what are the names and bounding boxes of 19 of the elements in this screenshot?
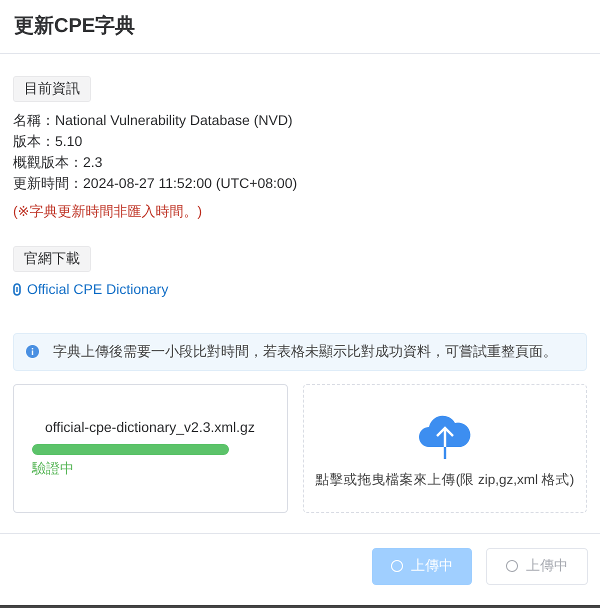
alert-text: 字典上傳後需要一小段比對時間，若表格未顯示比對成功資料，可嘗試重整頁面。 [53, 342, 557, 360]
upload-dropzone[interactable]: 點擊或拖曳檔案來上傳(限 zip,gz,xml 格式) [303, 384, 587, 512]
dialog-title: 更新CPE字典 [0, 0, 600, 54]
status-text: 驗證中 [32, 460, 75, 478]
info-icon [26, 345, 39, 358]
cloud-upload-icon [417, 412, 473, 460]
note-text: (※字典更新時間非匯入時間。) [13, 203, 204, 221]
paperclip-icon [13, 282, 21, 296]
loading-icon [391, 560, 403, 572]
info-line: 版本：5.10 [13, 132, 84, 151]
loading-icon [506, 560, 518, 572]
info-line: 名稱：National Vulnerability Database (NVD) [13, 111, 294, 130]
info-line: 更新時間：2024-08-27 11:52:00 (UTC+08:00) [13, 174, 298, 193]
dictionary-link[interactable]: Official CPE Dictionary [13, 281, 168, 297]
section-tag: 目前資訊 [13, 76, 91, 102]
upload-hint: 點擊或拖曳檔案來上傳(限 zip,gz,xml 格式) [316, 470, 574, 488]
section-tag: 官網下載 [13, 246, 91, 272]
file-name: official-cpe-dictionary_v2.3.xml.gz [45, 418, 256, 434]
info-line: 概觀版本：2.3 [13, 153, 104, 172]
